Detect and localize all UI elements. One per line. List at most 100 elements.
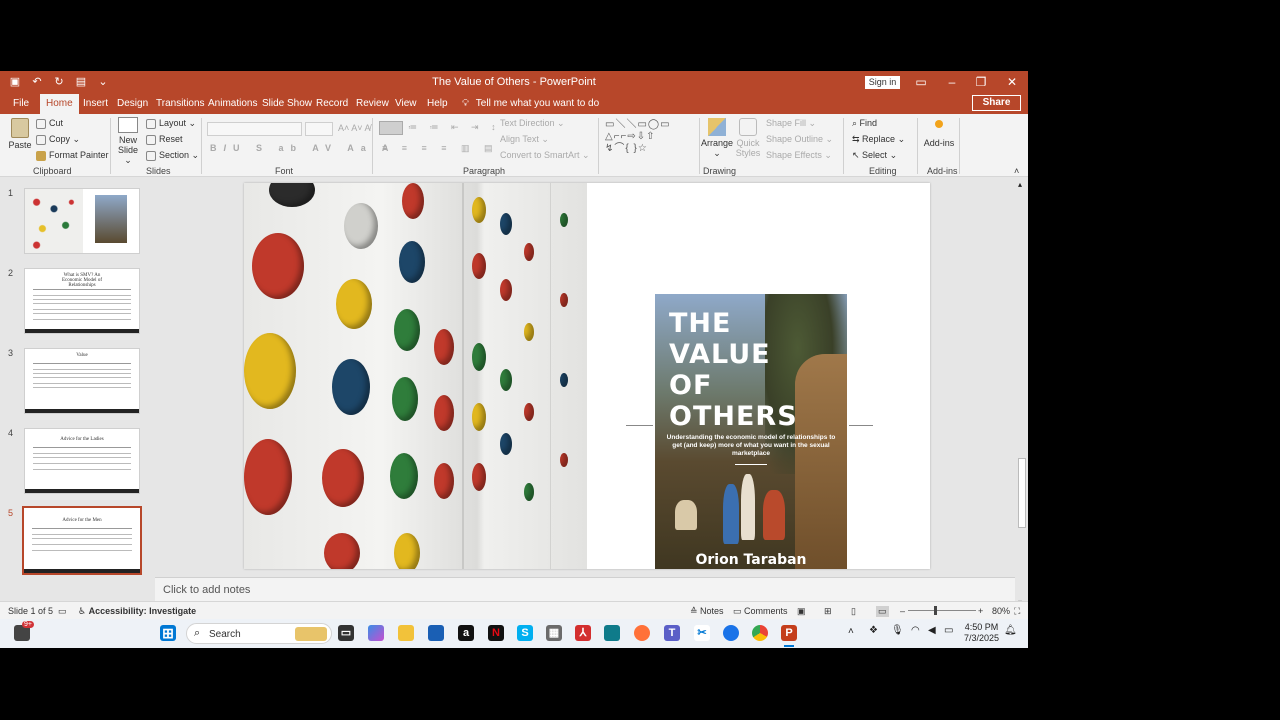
minimize-button[interactable]: –	[944, 74, 960, 90]
paragraph-group-label: Paragraph	[463, 166, 506, 176]
clock[interactable]: 4:50 PM 7/3/2025	[964, 622, 999, 644]
chevron-up-icon[interactable]: ˄	[848, 626, 854, 637]
quick-styles-button[interactable]: Quick Styles	[734, 118, 762, 158]
font-size-box[interactable]	[305, 122, 333, 136]
normal-view-icon[interactable]: ▣	[797, 606, 806, 617]
tab-home[interactable]: Home	[40, 94, 79, 114]
teams-icon[interactable]: T	[664, 625, 680, 641]
paste-button[interactable]: Paste	[8, 118, 32, 150]
notification-bell-icon[interactable]: 🔔︎	[1004, 625, 1017, 636]
tab-transitions[interactable]: Transitions	[156, 98, 205, 109]
slide-show-icon[interactable]: ▭	[876, 606, 889, 617]
align-text-button[interactable]: Align Text ⌄	[500, 134, 549, 145]
reset-button[interactable]: Reset	[146, 134, 183, 145]
sign-in-button[interactable]: Sign in	[865, 76, 900, 89]
thumb-text-line	[33, 295, 131, 296]
tab-record[interactable]: Record	[316, 98, 348, 109]
scrollbar-thumb[interactable]	[1018, 458, 1026, 528]
shapes-gallery[interactable]: ▭＼＼▭◯▭ △⌐⌐⇨⇩⇧ ↯⌒{ }☆	[605, 119, 685, 159]
calculator-icon[interactable]: ▦	[546, 625, 562, 641]
replace-button[interactable]: ⇆ Replace ⌄	[852, 134, 905, 145]
close-button[interactable]: ✕	[1004, 74, 1020, 90]
vertical-scrollbar[interactable]: ▴ ▾ ⏶ ⏷	[1016, 178, 1028, 638]
share-button[interactable]: Share	[972, 95, 1021, 111]
section-button[interactable]: Section ⌄	[146, 150, 199, 161]
font-name-box[interactable]	[207, 122, 302, 136]
tab-review[interactable]: Review	[356, 98, 389, 109]
chrome-icon[interactable]	[752, 625, 768, 641]
zoom-in-icon[interactable]: +	[978, 606, 983, 616]
app-icon[interactable]	[604, 625, 620, 641]
slide-thumbnail-1[interactable]	[24, 188, 140, 254]
fit-to-window-icon[interactable]: ⛶	[1014, 606, 1020, 617]
reading-view-icon[interactable]: ▯	[851, 606, 856, 617]
text-box-selector[interactable]	[379, 121, 403, 135]
new-slide-button[interactable]: New Slide ⌄	[114, 117, 142, 166]
cut-button[interactable]: Cut	[36, 118, 63, 129]
shape-effects-button[interactable]: Shape Effects ⌄	[766, 150, 832, 161]
shape-outline-button[interactable]: Shape Outline ⌄	[766, 134, 833, 145]
skype-icon[interactable]: S	[517, 625, 533, 641]
taskbar-search[interactable]: ⌕ Search	[186, 623, 332, 644]
shape-fill-button[interactable]: Shape Fill ⌄	[766, 118, 816, 129]
tab-view[interactable]: View	[395, 98, 417, 109]
select-button[interactable]: ↖ Select ⌄	[852, 150, 897, 161]
align-icons[interactable]: ≡ ≡ ≡ ≡ ▥ ▤	[382, 143, 499, 154]
dropbox-icon[interactable]: ❖	[869, 625, 878, 636]
pdf-icon[interactable]: ⅄	[575, 625, 591, 641]
copy-button[interactable]: Copy ⌄	[36, 134, 80, 145]
layout-button[interactable]: Layout ⌄	[146, 118, 196, 129]
wifi-icon[interactable]: ◠	[911, 625, 920, 636]
restore-button[interactable]: ❐	[973, 74, 989, 90]
spelling-icon[interactable]: ▭	[58, 606, 67, 617]
zoom-level[interactable]: 80%	[992, 606, 1010, 616]
battery-icon[interactable]: ▭	[944, 625, 953, 636]
format-painter-button[interactable]: Format Painter	[36, 150, 109, 161]
volume-icon[interactable]: ◀︎	[928, 625, 936, 636]
copilot-icon[interactable]	[368, 625, 384, 641]
tab-animations[interactable]: Animations	[208, 98, 257, 109]
zoom-slider-thumb[interactable]	[934, 606, 937, 615]
tab-insert[interactable]: Insert	[83, 98, 108, 109]
tab-slide-show[interactable]: Slide Show	[262, 98, 312, 109]
microphone-icon[interactable]: 🎙︎	[891, 625, 904, 636]
slide-sorter-icon[interactable]: ⊞	[824, 606, 832, 617]
collapse-ribbon-icon[interactable]: ˄	[1014, 166, 1019, 176]
scroll-up-icon[interactable]: ▴	[1018, 180, 1022, 189]
file-explorer-icon[interactable]	[398, 625, 414, 641]
task-view-icon[interactable]: ▭	[338, 625, 354, 641]
add-ins-button[interactable]: Add-ins	[922, 120, 956, 148]
amazon-icon[interactable]: a	[458, 625, 474, 641]
notes-pane[interactable]: Click to add notes	[155, 577, 1015, 601]
zoom-out-icon[interactable]: –	[900, 606, 905, 616]
store-icon[interactable]	[428, 625, 444, 641]
comments-button[interactable]: ▭ Comments	[733, 606, 788, 617]
firefox-icon[interactable]	[634, 625, 650, 641]
tab-file[interactable]: File	[13, 98, 29, 109]
convert-smartart-button[interactable]: Convert to SmartArt ⌄	[500, 150, 590, 161]
slide-thumbnail-5[interactable]: Advice for the Men	[22, 506, 142, 575]
tab-design[interactable]: Design	[117, 98, 148, 109]
font-size-icons[interactable]: A˄ A˅ A̸	[338, 123, 371, 133]
slide-thumbnail-2[interactable]: What is SMV? An Economic Model of Relati…	[24, 268, 140, 334]
slide-thumbnail-3[interactable]: Value	[24, 348, 140, 414]
zoom-slider[interactable]	[908, 610, 976, 611]
notes-button[interactable]: ≙ Notes	[690, 606, 724, 617]
windows-start-icon[interactable]: ⊞	[160, 625, 176, 641]
powerpoint-icon[interactable]: P	[781, 625, 797, 641]
find-button[interactable]: ⌕ Find	[852, 118, 877, 129]
accessibility-status[interactable]: ♿︎ Accessibility: Investigate	[78, 606, 196, 617]
list-icons[interactable]: ≔ ≔ ⇤ ⇥ ↕	[408, 122, 501, 133]
arrange-button[interactable]: Arrange ⌄	[701, 118, 733, 159]
slide-canvas[interactable]: THE VALUE OF OTHERS Understanding the ec…	[244, 183, 930, 569]
slide-thumbnail-4[interactable]: Advice for the Ladies	[24, 428, 140, 494]
tell-me-search[interactable]: 💡︎ Tell me what you want to do	[462, 98, 599, 109]
tab-help[interactable]: Help	[427, 98, 448, 109]
ribbon-display-icon[interactable]: ▭	[913, 74, 929, 90]
hole	[560, 293, 568, 307]
text-direction-button[interactable]: Text Direction ⌄	[500, 118, 565, 129]
font-format-icons[interactable]: BIU S ab AV Aa A	[210, 143, 395, 153]
snipping-tool-icon[interactable]: ✂	[694, 625, 710, 641]
zoom-app-icon[interactable]	[723, 625, 739, 641]
netflix-icon[interactable]: N	[488, 625, 504, 641]
